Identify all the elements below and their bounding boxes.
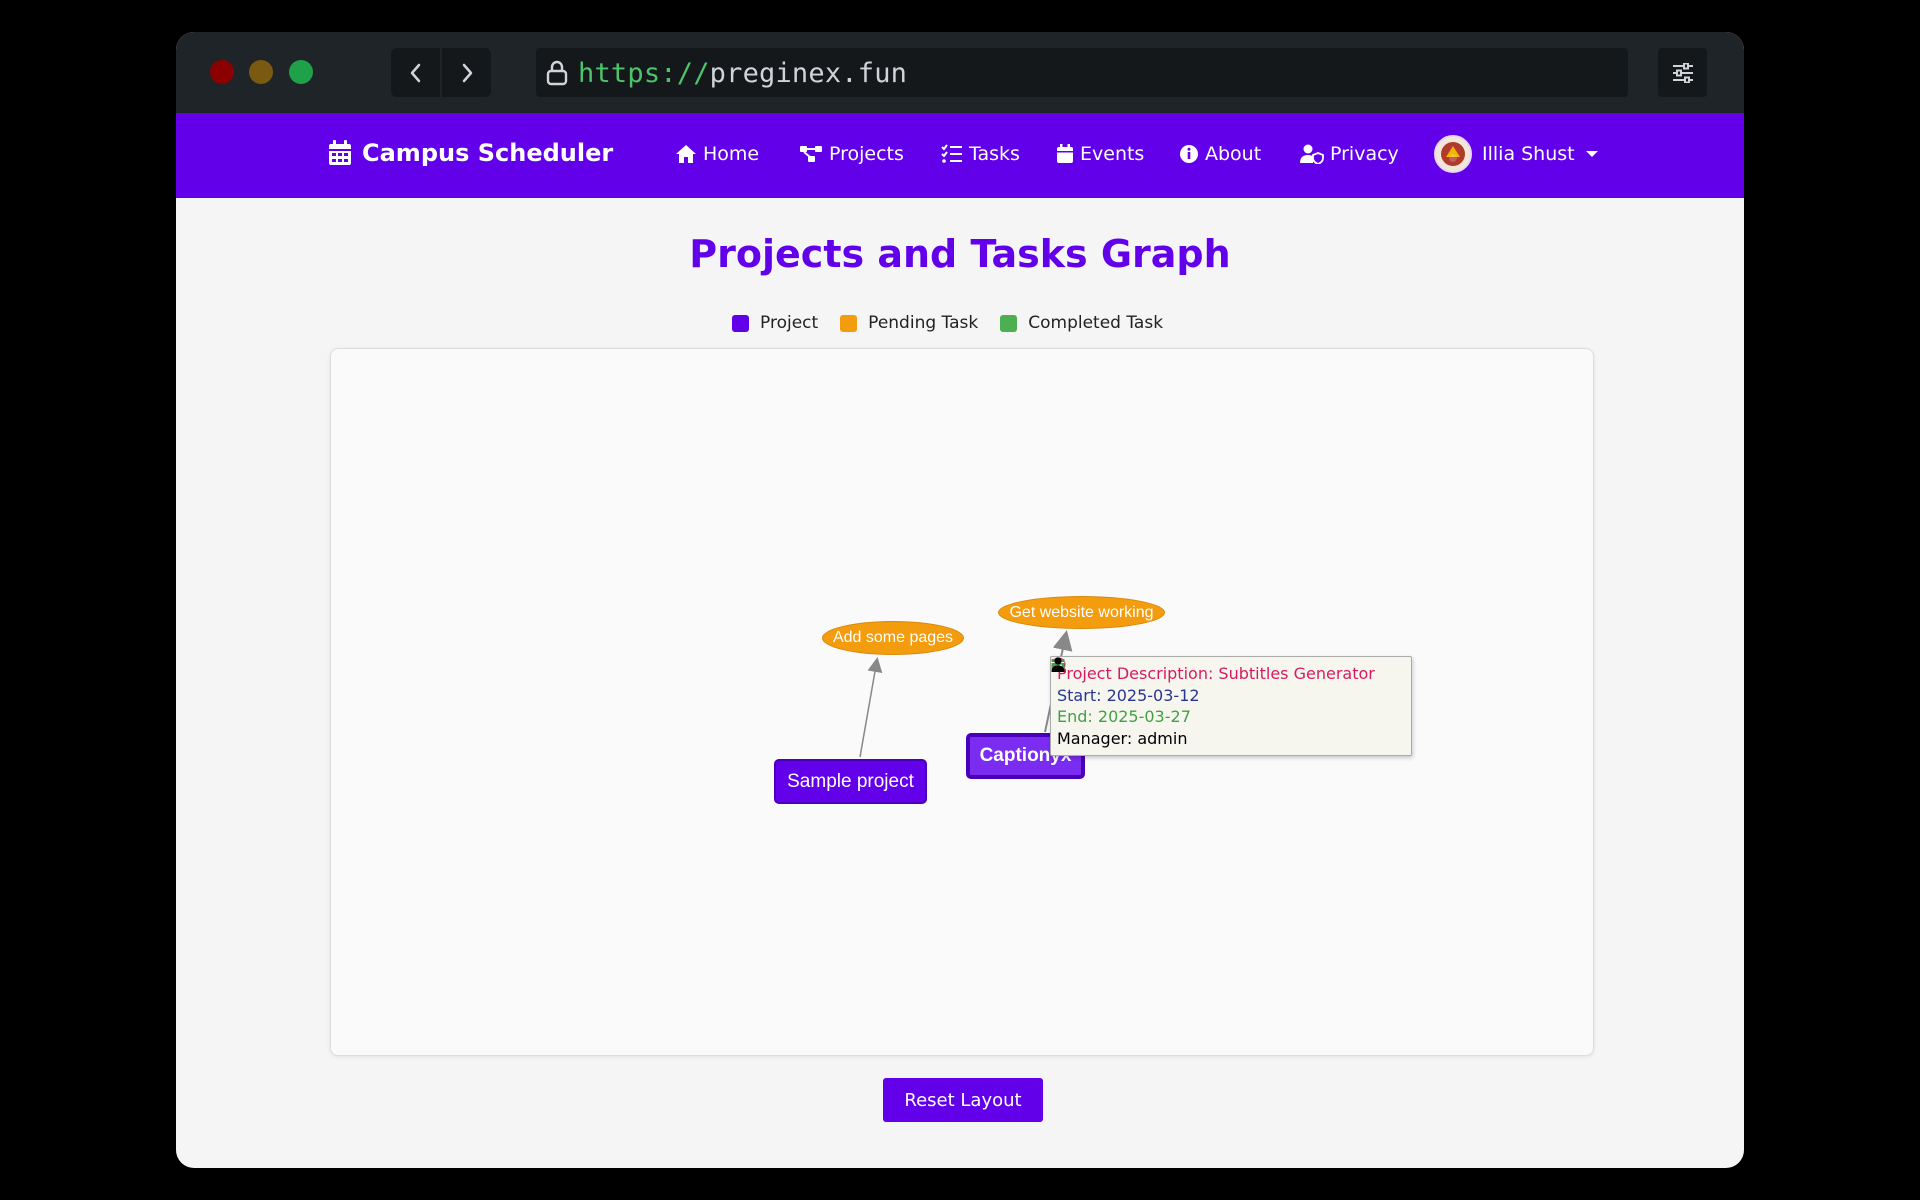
tooltip-manager: Manager: admin (1051, 657, 1405, 750)
caret-down-icon (1585, 151, 1598, 157)
nav-events[interactable]: Events (1056, 143, 1144, 165)
tooltip-start: Start: 2025-03-12 (1051, 659, 1405, 707)
graph-node-label: Add some pages (832, 629, 954, 646)
legend-label-pending-task: Pending Task (868, 313, 979, 333)
nav-projects-label: Projects (829, 143, 904, 165)
calendar-icon (1057, 144, 1073, 163)
project-diagram-icon (800, 146, 822, 162)
user-menu-dropdown[interactable]: Illia Shust (1434, 135, 1599, 173)
graph-node-task[interactable]: Get website working (998, 596, 1165, 629)
brand-link[interactable]: Campus Scheduler (328, 139, 613, 167)
legend-swatch-completed-task (1000, 314, 1018, 332)
lock-icon (546, 60, 568, 86)
nav-about-label: About (1205, 143, 1262, 165)
legend-item-project: Project (732, 313, 818, 333)
browser-settings-button[interactable] (1658, 48, 1707, 97)
address-bar[interactable]: https://preginex.fun (536, 48, 1628, 97)
legend-label-project: Project (760, 313, 819, 333)
graph-canvas[interactable]: Get website working Add some pages Sampl… (330, 348, 1594, 1056)
minimize-window-button[interactable] (249, 60, 273, 84)
back-button[interactable] (391, 48, 440, 97)
nav-tasks-label: Tasks (969, 143, 1020, 165)
user-icon (1051, 657, 1065, 672)
graph-legend: Project Pending Task Completed Task (732, 313, 1185, 333)
browser-window: https://preginex.fun Campus Scheduler Ho… (176, 32, 1744, 1168)
nav-tasks[interactable]: Tasks (941, 143, 1020, 165)
brand-name: Campus Scheduler (362, 139, 614, 167)
legend-item-pending-task: Pending Task (840, 313, 978, 333)
user-name: Illia Shust (1482, 143, 1575, 165)
tooltip-end: End: 2025-03-27 (1051, 659, 1405, 728)
nav-about[interactable]: About (1179, 143, 1261, 165)
nav-home-label: Home (703, 143, 760, 165)
legend-item-completed-task: Completed Task (1000, 313, 1163, 333)
nav-privacy[interactable]: Privacy (1300, 143, 1399, 165)
avatar-image (1441, 142, 1465, 166)
page-title: Projects and Tasks Graph (689, 232, 1231, 276)
legend-swatch-pending-task (840, 314, 858, 332)
maximize-window-button[interactable] (289, 60, 313, 84)
sliders-icon (1672, 62, 1693, 83)
tooltip-description: Project Description: Subtitles Generator (1051, 657, 1405, 685)
app-navbar: Campus Scheduler Home Projects Tasks Eve… (176, 113, 1744, 198)
edge-sample-to-pages (859, 657, 883, 758)
user-shield-icon (1300, 144, 1324, 164)
reset-layout-button[interactable]: Reset Layout (883, 1078, 1043, 1122)
calendar-icon (329, 140, 351, 165)
graph-node-project[interactable]: Sample project (774, 759, 927, 804)
url-text: https://preginex.fun (578, 58, 908, 89)
project-tooltip: Project Description: Subtitles Generator… (1050, 656, 1412, 756)
nav-events-label: Events (1080, 143, 1145, 165)
graph-node-task[interactable]: Add some pages (822, 621, 964, 655)
nav-home[interactable]: Home (675, 143, 759, 165)
chevron-right-icon (462, 63, 472, 82)
close-window-button[interactable] (210, 60, 234, 84)
tasks-icon (941, 144, 962, 163)
forward-button[interactable] (442, 48, 491, 97)
avatar (1434, 135, 1472, 173)
nav-privacy-label: Privacy (1330, 143, 1399, 165)
graph-node-label: Sample project (787, 770, 914, 792)
home-icon (676, 145, 696, 163)
chevron-left-icon (410, 63, 420, 82)
info-icon (1180, 145, 1198, 163)
browser-toolbar: https://preginex.fun (176, 32, 1744, 113)
legend-label-completed-task: Completed Task (1028, 313, 1164, 333)
legend-swatch-project (732, 314, 749, 332)
nav-projects[interactable]: Projects (799, 143, 904, 165)
graph-node-label: Get website working (1009, 603, 1154, 621)
